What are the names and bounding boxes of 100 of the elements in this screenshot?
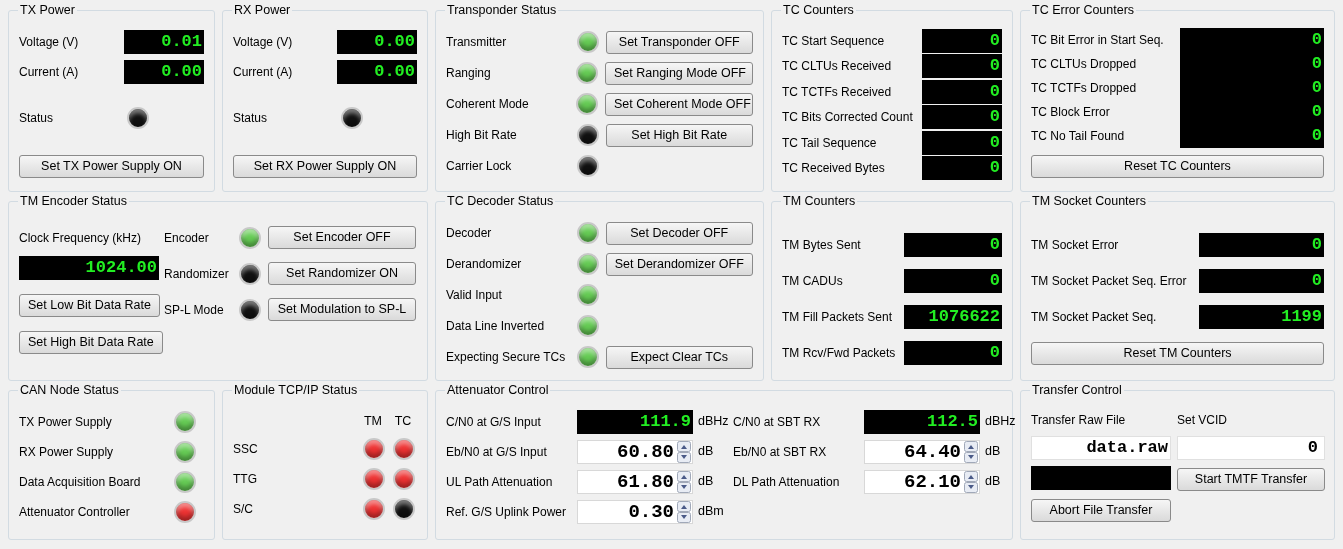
readout-display: 0 (904, 232, 1002, 257)
field-label: TM Fill Packets Sent (782, 308, 893, 326)
spin-box[interactable]: 60.80 (577, 439, 693, 464)
spin-arrows-icon[interactable] (964, 440, 978, 463)
spin-box[interactable]: 61.80 (577, 469, 693, 494)
command-button[interactable]: Set RX Power Supply ON (233, 154, 417, 178)
field-label: TX Power Supply (19, 413, 112, 431)
field-label: SSC (233, 440, 258, 458)
field-label: Coherent Mode (446, 96, 530, 114)
field-label: RX Power Supply (19, 443, 114, 461)
field-label: Valid Input (446, 287, 503, 305)
field-label: Encoder (164, 229, 210, 247)
unit-label: dBHz (985, 413, 1017, 431)
panel-title: TM Socket Counters (1031, 193, 1147, 210)
command-button[interactable]: Set Derandomizer OFF (605, 252, 753, 276)
spin-box[interactable]: 62.10 (864, 469, 980, 494)
command-button[interactable]: Start TMTF Transfer (1177, 467, 1325, 491)
spin-arrows-icon[interactable] (677, 500, 691, 523)
field-label: C/N0 at G/S Input (446, 413, 542, 431)
readout-display: 0 (922, 156, 1002, 180)
command-button[interactable]: Set Randomizer ON (268, 262, 416, 286)
field-label: Transfer Raw File (1031, 411, 1126, 429)
readout-display: 112.5 (864, 409, 980, 434)
readout-display: 0.00 (337, 59, 417, 84)
command-button[interactable]: Set Decoder OFF (605, 221, 753, 245)
panel-title: TC Decoder Status (446, 193, 555, 210)
command-button[interactable]: Set Encoder OFF (268, 226, 416, 250)
field-label: TC Received Bytes (782, 160, 885, 177)
panel-title: TM Encoder Status (19, 193, 128, 210)
field-label: Eb/N0 at SBT RX (733, 443, 828, 461)
readout-display: 0 (1180, 123, 1324, 148)
command-button[interactable]: Set Ranging Mode OFF (605, 61, 753, 85)
readout-display: 0 (1180, 99, 1324, 124)
field-label: TM Socket Packet Seq. Error (1031, 272, 1187, 290)
panel-title: TC Error Counters (1031, 2, 1136, 19)
readout-display: 0 (1180, 27, 1324, 52)
field-label: Data Acquisition Board (19, 473, 141, 491)
vcid-field[interactable]: 0 (1177, 435, 1325, 460)
readout-display: 1024.00 (19, 255, 159, 280)
spin-arrows-icon[interactable] (677, 470, 691, 493)
field-label: DL Path Attenuation (733, 473, 841, 491)
field-label: TC TCTFs Dropped (1031, 79, 1137, 97)
readout-display: 0 (922, 130, 1002, 155)
column-header: TC (393, 412, 413, 430)
unit-label: dBHz (698, 413, 730, 431)
spin-arrows-icon[interactable] (677, 440, 691, 463)
readout-display: 0.00 (124, 59, 204, 84)
command-button[interactable]: Set TX Power Supply ON (19, 154, 204, 178)
readout-display: 0 (1199, 232, 1324, 257)
unit-label: dB (985, 473, 1002, 491)
spin-box[interactable]: 64.40 (864, 439, 980, 464)
readout-display: 0 (922, 105, 1002, 129)
readout-display: 0.01 (124, 29, 204, 54)
field-label: TTG (233, 470, 257, 488)
field-label: Current (A) (233, 63, 293, 81)
field-label: TC CLTUs Dropped (1031, 55, 1137, 73)
unit-label: dBm (698, 503, 725, 521)
field-label: S/C (233, 500, 253, 518)
field-label: TC Start Sequence (782, 32, 885, 50)
field-label: Current (A) (19, 63, 79, 81)
spin-arrows-icon[interactable] (964, 470, 978, 493)
command-button[interactable]: Reset TM Counters (1031, 341, 1324, 365)
panel-title: Attenuator Control (446, 382, 550, 399)
panel-title: TC Counters (782, 2, 855, 19)
field-label: TC TCTFs Received (782, 83, 892, 101)
column-header: TM (363, 412, 383, 430)
field-label: Carrier Lock (446, 158, 513, 176)
unit-label: dB (698, 473, 715, 491)
command-button[interactable]: Expect Clear TCs (605, 345, 753, 369)
command-button[interactable]: Set Modulation to SP-L (268, 298, 416, 322)
unit-label: dB (985, 443, 1002, 461)
command-button[interactable]: Set Low Bit Data Rate (19, 293, 160, 317)
panel-title: Module TCP/IP Status (233, 382, 359, 399)
command-button[interactable]: Reset TC Counters (1031, 154, 1324, 178)
readout-display: 111.9 (577, 409, 693, 434)
field-label: Clock Frequency (kHz) (19, 229, 142, 247)
command-button[interactable]: Set Coherent Mode OFF (605, 92, 753, 116)
field-label: Transmitter (446, 34, 508, 52)
field-label: TM Socket Packet Seq. (1031, 308, 1157, 326)
panel-title: TX Power (19, 2, 76, 19)
readout-display: 1199 (1199, 304, 1324, 329)
field-label: Set VCID (1177, 411, 1227, 429)
field-label: Decoder (446, 225, 493, 243)
command-button[interactable]: Set Transponder OFF (605, 30, 753, 54)
command-button[interactable]: Set High Bit Rate (605, 123, 753, 147)
command-button[interactable]: Set High Bit Data Rate (19, 330, 163, 354)
command-button[interactable]: Abort File Transfer (1031, 498, 1171, 522)
field-label: TC No Tail Found (1031, 127, 1125, 145)
readout-display: 0 (904, 340, 1002, 365)
field-label: Status (19, 109, 55, 127)
file-name-field[interactable]: data.raw (1031, 435, 1171, 460)
spin-box[interactable]: 0.30 (577, 499, 693, 524)
panel-title: Transfer Control (1031, 382, 1123, 399)
field-label: Derandomizer (446, 256, 523, 274)
field-label: Ranging (446, 65, 492, 83)
field-label: TC Tail Sequence (782, 134, 877, 152)
readout-display: 0 (1180, 51, 1324, 76)
field-label: TC Bits Corrected Count (782, 109, 913, 126)
field-label: TC Bit Error in Start Seq. (1031, 31, 1164, 49)
readout-display: 1076622 (904, 304, 1002, 329)
